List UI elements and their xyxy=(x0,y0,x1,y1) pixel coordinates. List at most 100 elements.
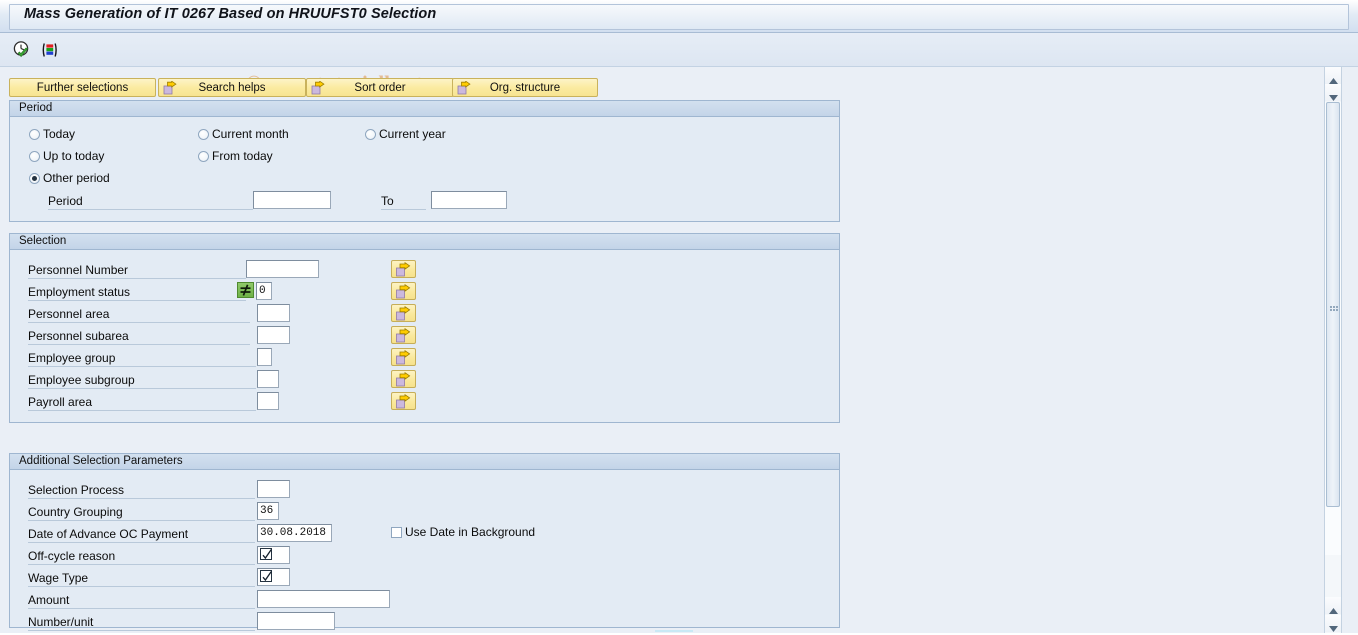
employee-group-input[interactable] xyxy=(257,348,272,366)
icon-toolbar: © www.tutorialkart.com xyxy=(0,33,1358,95)
amount-label: Amount xyxy=(28,593,255,609)
selection-process-input[interactable] xyxy=(257,480,290,498)
employee-group-multi-select-button[interactable] xyxy=(391,348,416,366)
radio-from-today[interactable]: From today xyxy=(198,149,273,163)
radio-other-period[interactable]: Other period xyxy=(29,171,110,185)
use-date-in-background-checkbox[interactable]: Use Date in Background xyxy=(391,525,535,539)
sort-order-label: Sort order xyxy=(354,81,406,94)
country-grouping-input[interactable]: 36 xyxy=(257,502,279,520)
personnel-area-multi-select-button[interactable] xyxy=(391,304,416,322)
personnel-subarea-input[interactable] xyxy=(257,326,290,344)
main-vertical-scrollbar[interactable] xyxy=(1324,67,1341,633)
personnel-area-input[interactable] xyxy=(257,304,290,322)
search-helps-button[interactable]: Search helps xyxy=(158,78,306,97)
further-selections-button[interactable]: Further selections xyxy=(9,78,156,97)
wage-type-input[interactable] xyxy=(257,568,290,586)
employee-group-label: Employee group xyxy=(28,351,256,367)
radio-current-year-label: Current year xyxy=(379,127,446,141)
scroll-bottom-down-button[interactable] xyxy=(1325,615,1341,632)
radio-indicator xyxy=(365,128,376,140)
scroll-bottom-up-button[interactable] xyxy=(1325,597,1341,614)
arrow-right-icon xyxy=(396,350,411,365)
arrow-right-icon xyxy=(396,328,411,343)
personnel-number-label: Personnel Number xyxy=(28,263,246,279)
scroll-down-button[interactable] xyxy=(1325,84,1341,101)
off-cycle-reason-label: Off-cycle reason xyxy=(28,549,255,565)
radio-from-today-label: From today xyxy=(212,149,273,163)
number-unit-input[interactable] xyxy=(257,612,335,630)
selection-panel-body: Personnel Number Employment status 0 Per… xyxy=(10,251,839,422)
personnel-subarea-multi-select-button[interactable] xyxy=(391,326,416,344)
arrow-right-icon xyxy=(311,80,325,95)
employment-status-multi-select-button[interactable] xyxy=(391,282,416,300)
employee-subgroup-multi-select-button[interactable] xyxy=(391,370,416,388)
org-structure-label: Org. structure xyxy=(489,81,561,94)
variant-icon[interactable] xyxy=(40,40,60,60)
arrow-right-icon xyxy=(163,80,177,95)
checkbox-indicator xyxy=(391,526,402,538)
period-panel-body: Today Current month Current year Up to t… xyxy=(10,118,839,221)
country-grouping-label: Country Grouping xyxy=(28,505,255,521)
additional-panel-header: Additional Selection Parameters xyxy=(10,454,839,470)
personnel-number-multi-select-button[interactable] xyxy=(391,260,416,278)
arrow-right-icon xyxy=(396,284,411,299)
sort-order-button[interactable]: Sort order xyxy=(306,78,454,97)
radio-indicator xyxy=(29,128,40,140)
amount-input[interactable] xyxy=(257,590,390,608)
additional-panel-body: Selection Process Country Grouping 36 Da… xyxy=(10,471,839,631)
employee-subgroup-label: Employee subgroup xyxy=(28,373,256,389)
employment-status-input[interactable]: 0 xyxy=(256,282,272,300)
scroll-up-button[interactable] xyxy=(1325,67,1341,84)
radio-indicator xyxy=(29,172,40,184)
multi-select-check-icon xyxy=(260,570,272,582)
radio-indicator xyxy=(198,128,209,140)
off-cycle-reason-input[interactable] xyxy=(257,546,290,564)
scroll-thumb-grip xyxy=(1330,302,1338,311)
search-helps-label: Search helps xyxy=(198,81,266,94)
payroll-area-multi-select-button[interactable] xyxy=(391,392,416,410)
radio-today-label: Today xyxy=(43,127,76,141)
selection-panel: Selection Personnel Number Employment st… xyxy=(9,233,840,423)
arrow-right-icon xyxy=(396,372,411,387)
payroll-area-input[interactable] xyxy=(257,392,279,410)
payroll-area-label: Payroll area xyxy=(28,395,256,411)
radio-up-to-today[interactable]: Up to today xyxy=(29,149,104,163)
radio-today[interactable]: Today xyxy=(29,127,75,141)
personnel-number-input[interactable] xyxy=(246,260,319,278)
selection-process-label: Selection Process xyxy=(28,483,255,499)
period-to-input[interactable] xyxy=(431,191,507,209)
page-title: Mass Generation of IT 0267 Based on HRUU… xyxy=(24,6,437,22)
further-selections-label: Further selections xyxy=(36,81,129,94)
scroll-divider xyxy=(1341,67,1342,633)
multi-select-check-icon xyxy=(260,548,272,560)
radio-indicator xyxy=(29,150,40,162)
radio-indicator xyxy=(198,150,209,162)
not-equal-operator-icon[interactable] xyxy=(237,282,254,298)
date-of-advance-oc-payment-input[interactable]: 30.08.2018 xyxy=(257,524,332,542)
sap-window: Mass Generation of IT 0267 Based on HRUU… xyxy=(0,0,1358,633)
radio-current-year[interactable]: Current year xyxy=(365,127,446,141)
execute-check-icon[interactable] xyxy=(12,40,32,60)
scroll-thumb[interactable] xyxy=(1326,102,1340,507)
arrow-right-icon xyxy=(457,80,471,95)
arrow-right-icon xyxy=(396,262,411,277)
radio-current-month-label: Current month xyxy=(212,127,289,141)
arrow-right-icon xyxy=(396,394,411,409)
additional-selection-parameters-panel: Additional Selection Parameters Selectio… xyxy=(9,453,840,631)
period-panel-header: Period xyxy=(10,101,839,117)
radio-current-month[interactable]: Current month xyxy=(198,127,289,141)
period-field-label: Period xyxy=(48,194,253,210)
org-structure-button[interactable]: Org. structure xyxy=(452,78,598,97)
use-date-in-background-label: Use Date in Background xyxy=(405,525,536,539)
bottom-partial-element xyxy=(655,630,693,632)
arrow-right-icon xyxy=(396,306,411,321)
number-unit-label: Number/unit xyxy=(28,615,255,631)
date-of-advance-oc-payment-label: Date of Advance OC Payment xyxy=(28,527,255,543)
selection-button-row: Further selections Search helps Sort ord… xyxy=(0,68,1320,97)
personnel-subarea-label: Personnel subarea xyxy=(28,329,250,345)
radio-up-to-today-label: Up to today xyxy=(43,149,105,163)
radio-other-period-label: Other period xyxy=(43,171,110,185)
selection-panel-header: Selection xyxy=(10,234,839,250)
period-from-input[interactable] xyxy=(253,191,331,209)
employee-subgroup-input[interactable] xyxy=(257,370,279,388)
